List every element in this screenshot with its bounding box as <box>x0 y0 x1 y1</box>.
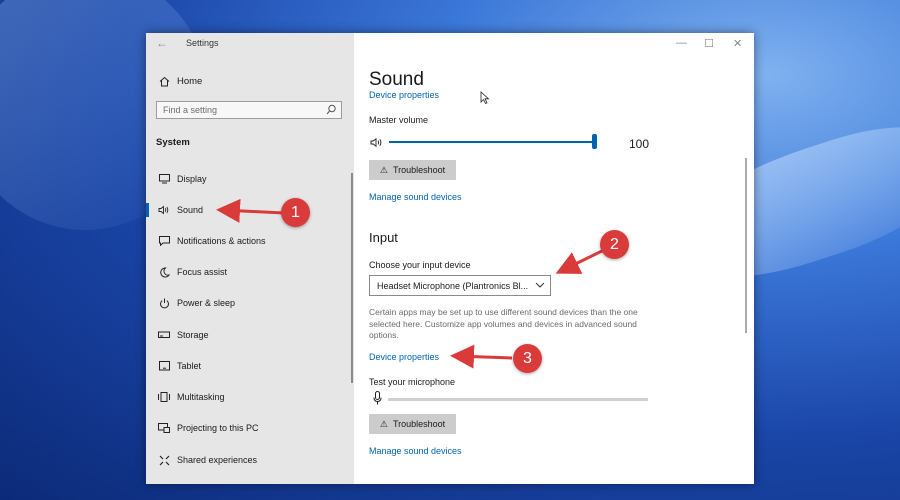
sidebar-item-label: Notifications & actions <box>177 236 266 246</box>
annotation-badge-3: 3 <box>513 344 542 373</box>
sidebar-item-sound[interactable]: Sound <box>157 202 203 218</box>
sidebar-scrollbar[interactable] <box>351 173 353 383</box>
moon-icon <box>157 266 171 278</box>
speaker-icon <box>157 205 171 215</box>
master-volume-thumb[interactable] <box>592 134 597 149</box>
content-scrollbar[interactable] <box>745 158 747 333</box>
notifications-icon <box>157 236 171 246</box>
storage-icon <box>157 331 171 339</box>
home-icon <box>157 76 171 87</box>
sidebar-item-label: Focus assist <box>177 267 228 277</box>
sidebar-item-storage[interactable]: Storage <box>157 327 209 343</box>
multitasking-icon <box>157 392 171 402</box>
input-manage-sound-devices-link[interactable]: Manage sound devices <box>369 446 462 456</box>
active-indicator <box>146 203 149 217</box>
microphone-icon <box>373 391 382 410</box>
input-heading: Input <box>369 230 398 245</box>
sidebar-item-projecting[interactable]: Projecting to this PC <box>157 420 259 436</box>
device-properties-clip: Device properties <box>369 88 469 100</box>
section-label-system: System <box>156 137 190 148</box>
search-input[interactable] <box>163 104 323 116</box>
sidebar-item-tablet[interactable]: Tablet <box>157 358 201 374</box>
tablet-icon <box>157 361 171 371</box>
sidebar-item-label: Power & sleep <box>177 298 236 308</box>
sidebar-item-label: Projecting to this PC <box>177 423 259 433</box>
button-label: Troubleshoot <box>392 165 446 175</box>
power-icon <box>157 298 171 309</box>
annotation-badge-2: 2 <box>600 230 629 259</box>
projecting-icon <box>157 423 171 433</box>
minimize-button[interactable]: — <box>676 37 687 49</box>
app-title: Settings <box>186 38 219 48</box>
sidebar-item-label: Multitasking <box>177 392 225 402</box>
choose-input-device-label: Choose your input device <box>369 260 471 270</box>
back-arrow-icon[interactable]: ← <box>156 36 168 50</box>
input-device-properties-link[interactable]: Device properties <box>369 352 439 362</box>
title-bar: ← Settings <box>146 33 354 55</box>
input-troubleshoot-button[interactable]: ⚠ Troubleshoot <box>369 414 456 434</box>
display-icon <box>157 174 171 184</box>
sidebar-item-notifications[interactable]: Notifications & actions <box>157 233 266 249</box>
nav-home-label: Home <box>177 75 203 87</box>
chevron-down-icon <box>535 282 545 288</box>
sidebar-item-label: Sound <box>177 205 204 215</box>
input-device-note: Certain apps may be set up to use differ… <box>369 307 638 340</box>
search-box[interactable] <box>156 101 342 119</box>
master-volume-value: 100 <box>629 137 650 151</box>
volume-icon[interactable] <box>370 135 384 153</box>
sidebar-item-shared-experiences[interactable]: Shared experiences <box>157 452 257 468</box>
sidebar-item-multitasking[interactable]: Multitasking <box>157 389 225 405</box>
sidebar-item-label: Shared experiences <box>177 455 258 465</box>
output-manage-sound-devices-link[interactable]: Manage sound devices <box>369 192 462 202</box>
master-volume-label: Master volume <box>369 115 429 125</box>
selected-input-device: Headset Microphone (Plantronics Bl... <box>377 280 529 291</box>
sidebar-item-power-sleep[interactable]: Power & sleep <box>157 295 235 311</box>
sidebar: ← Settings Home System Display <box>146 33 354 484</box>
close-button[interactable]: ✕ <box>733 37 742 50</box>
annotation-badge-1: 1 <box>281 198 310 227</box>
sidebar-item-label: Display <box>177 174 207 184</box>
content-pane: — ☐ ✕ Sound Device properties Master vol… <box>354 33 754 484</box>
warning-icon: ⚠ <box>379 418 388 429</box>
sidebar-item-display[interactable]: Display <box>157 171 207 187</box>
output-troubleshoot-button[interactable]: ⚠ Troubleshoot <box>369 160 456 180</box>
search-icon[interactable] <box>325 103 337 117</box>
microphone-level-meter <box>388 398 648 401</box>
settings-window: ← Settings Home System Display <box>146 33 754 484</box>
maximize-button[interactable]: ☐ <box>704 37 714 50</box>
master-volume-track[interactable] <box>389 141 594 143</box>
output-device-properties-link[interactable]: Device properties <box>369 90 439 100</box>
test-microphone-label: Test your microphone <box>369 377 456 387</box>
input-device-dropdown[interactable]: Headset Microphone (Plantronics Bl... <box>369 275 551 296</box>
button-label: Troubleshoot <box>392 419 446 429</box>
nav-home[interactable]: Home <box>157 73 202 89</box>
sidebar-item-focus-assist[interactable]: Focus assist <box>157 264 227 280</box>
shared-icon <box>157 455 171 466</box>
mouse-cursor-icon <box>480 91 490 105</box>
warning-icon: ⚠ <box>379 164 388 175</box>
sidebar-item-label: Storage <box>177 330 209 340</box>
sidebar-item-label: Tablet <box>177 361 202 371</box>
